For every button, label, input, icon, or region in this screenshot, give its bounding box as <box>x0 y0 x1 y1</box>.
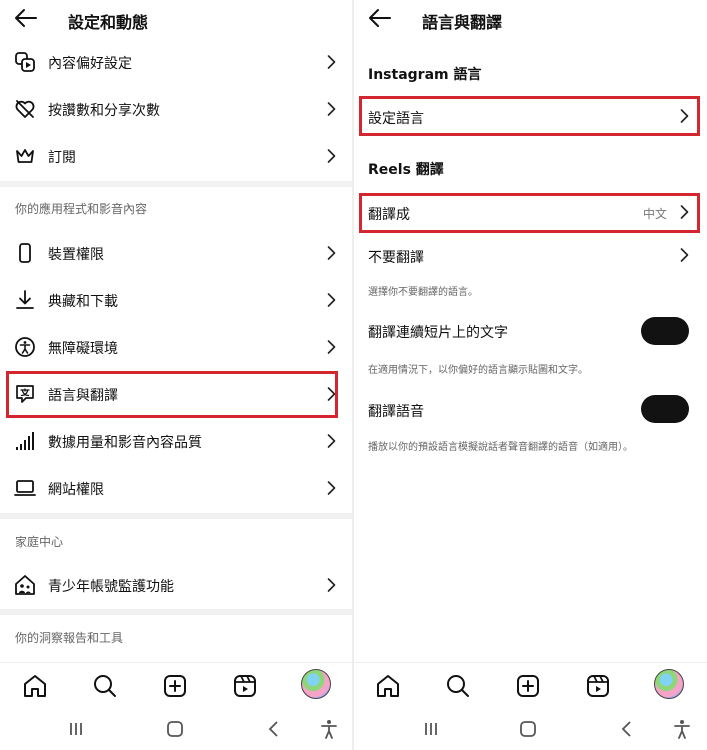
settings-item-likes-shares[interactable]: 按讚數和分享次數 <box>0 86 352 132</box>
profile-avatar[interactable] <box>301 669 331 699</box>
dont-translate-note: 選擇你不要翻譯的語言。 <box>368 287 478 298</box>
section-heading-apps: 你的應用程式和影音內容 <box>15 202 148 216</box>
section-heading-reels-translation: Reels 翻譯 <box>368 162 444 178</box>
settings-item-label: 無障礙環境 <box>48 341 118 357</box>
chevron-right-icon <box>327 340 336 354</box>
settings-item-subscriptions[interactable]: 訂閱 <box>0 133 352 179</box>
settings-item-label: 典藏和下載 <box>48 294 118 310</box>
header: 語言與翻譯 <box>354 0 707 38</box>
accessibility-shortcut-icon[interactable] <box>318 718 340 740</box>
settings-item-label: 數據用量和影音內容品質 <box>48 435 202 451</box>
phone-icon <box>19 243 31 263</box>
language-translation-screen: 語言與翻譯 Instagram 語言 設定語言 Reels 翻譯 翻譯成 中文 … <box>354 0 707 750</box>
home-button-icon[interactable] <box>164 718 186 740</box>
settings-item-label: 裝置權限 <box>48 247 104 263</box>
back-button-icon[interactable] <box>616 718 638 740</box>
chevron-right-icon <box>327 481 336 495</box>
chevron-right-icon <box>327 55 336 69</box>
chevron-right-icon <box>327 434 336 448</box>
settings-item-label: 內容偏好設定 <box>48 56 132 72</box>
home-icon[interactable] <box>375 673 401 699</box>
create-icon[interactable] <box>162 673 188 699</box>
signal-bars-icon <box>16 432 34 450</box>
dont-translate-row[interactable]: 不要翻譯 <box>354 236 707 274</box>
chevron-right-icon <box>327 293 336 307</box>
recent-apps-icon[interactable] <box>65 718 87 740</box>
section-divider <box>0 609 352 615</box>
highlight-box <box>359 96 700 136</box>
highlight-box <box>359 193 700 233</box>
home-icon[interactable] <box>22 673 48 699</box>
reels-icon[interactable] <box>232 673 258 699</box>
back-arrow-icon[interactable] <box>368 8 392 28</box>
accessibility-icon <box>15 337 35 357</box>
back-button-icon[interactable] <box>263 718 285 740</box>
translate-text-note: 在適用情況下，以你偏好的語言顯示貼圖和文字。 <box>368 365 588 376</box>
search-icon[interactable] <box>92 673 118 699</box>
translate-text-label: 翻譯連續短片上的文字 <box>368 325 508 341</box>
laptop-icon <box>14 480 36 496</box>
section-divider <box>0 181 352 187</box>
section-heading-instagram-language: Instagram 語言 <box>368 67 482 83</box>
translate-audio-note: 播放以你的預設語言模擬說話者聲音翻譯的語音（如適用）。 <box>368 442 633 453</box>
chevron-right-icon <box>327 246 336 260</box>
system-nav-bar <box>354 712 707 750</box>
bottom-nav <box>0 662 352 712</box>
chevron-right-icon <box>680 248 689 262</box>
profile-avatar[interactable] <box>654 669 684 699</box>
bottom-nav <box>354 662 707 712</box>
settings-item-label: 網站權限 <box>48 482 104 498</box>
settings-item-accessibility[interactable]: 無障礙環境 <box>0 324 352 370</box>
recent-apps-icon[interactable] <box>420 718 442 740</box>
section-divider <box>0 513 352 519</box>
back-arrow-icon[interactable] <box>14 8 38 28</box>
page-title: 設定和動態 <box>68 13 149 32</box>
settings-item-label: 青少年帳號監護功能 <box>48 579 174 595</box>
heart-crossed-icon <box>15 100 35 118</box>
chevron-right-icon <box>327 578 336 592</box>
chevron-right-icon <box>327 102 336 116</box>
crown-icon <box>16 149 34 163</box>
settings-item-teen-supervision[interactable]: 青少年帳號監護功能 <box>0 562 352 608</box>
page-title: 語言與翻譯 <box>422 13 503 32</box>
translate-audio-label: 翻譯語音 <box>368 404 424 420</box>
accessibility-shortcut-icon[interactable] <box>671 718 693 740</box>
settings-item-device-permissions[interactable]: 裝置權限 <box>0 230 352 276</box>
settings-screen: 設定和動態 內容偏好設定 按讚數和分享次數 訂閱 你的應用程式和影音內容 裝置權… <box>0 0 352 750</box>
settings-item-label: 訂閱 <box>48 150 76 166</box>
reels-icon[interactable] <box>585 673 611 699</box>
system-nav-bar <box>0 712 352 750</box>
create-icon[interactable] <box>515 673 541 699</box>
settings-item-website-permissions[interactable]: 網站權限 <box>0 465 352 511</box>
family-home-icon <box>15 575 35 595</box>
home-button-icon[interactable] <box>517 718 539 740</box>
header: 設定和動態 <box>0 0 352 38</box>
download-icon <box>16 290 34 309</box>
translate-audio-toggle[interactable] <box>641 395 689 423</box>
chevron-right-icon <box>327 149 336 163</box>
translate-text-toggle[interactable] <box>641 317 689 345</box>
highlight-box <box>6 371 338 418</box>
dont-translate-label: 不要翻譯 <box>368 250 424 266</box>
section-heading-insights: 你的洞察報告和工具 <box>15 631 124 645</box>
settings-item-archive-download[interactable]: 典藏和下載 <box>0 277 352 323</box>
search-icon[interactable] <box>445 673 471 699</box>
section-heading-family: 家庭中心 <box>15 535 64 549</box>
settings-item-label: 按讚數和分享次數 <box>48 103 160 119</box>
settings-item-data-usage[interactable]: 數據用量和影音內容品質 <box>0 418 352 464</box>
settings-item-content-preferences[interactable]: 內容偏好設定 <box>0 39 352 85</box>
content-preferences-icon <box>15 52 35 72</box>
